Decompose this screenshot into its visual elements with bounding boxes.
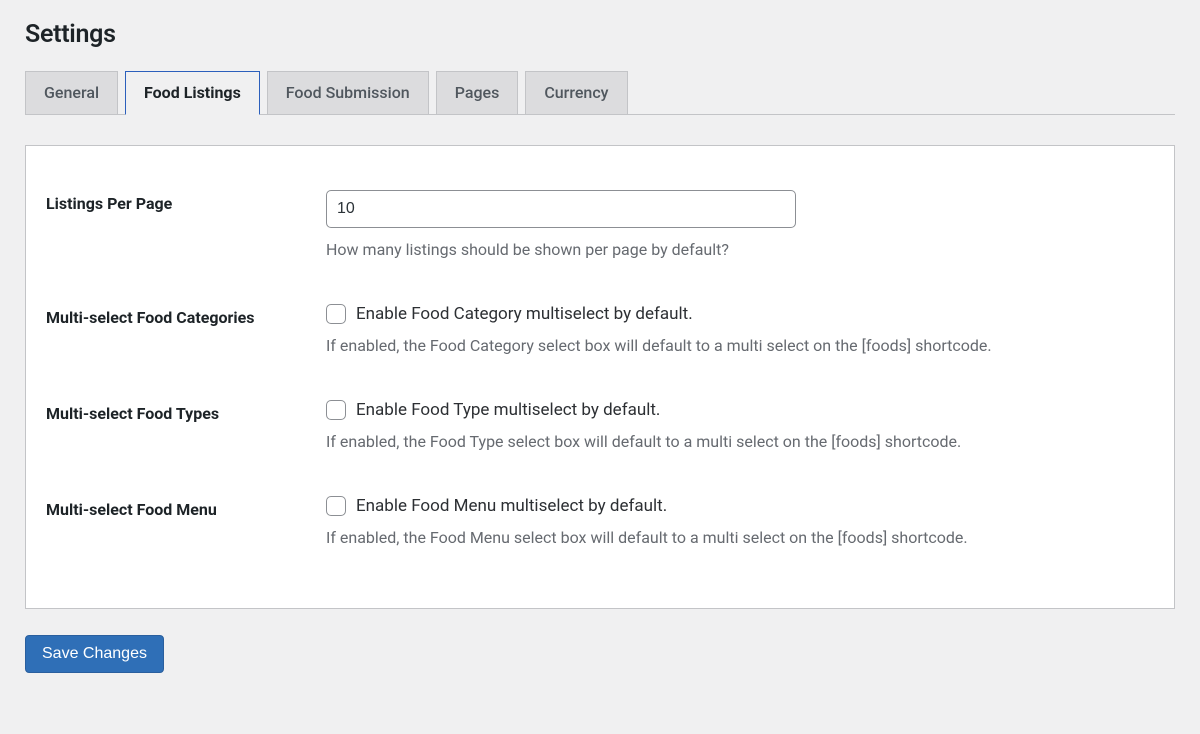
tab-food-listings[interactable]: Food Listings (125, 71, 260, 115)
save-button[interactable]: Save Changes (25, 635, 164, 673)
desc-multi-categories: If enabled, the Food Category select box… (326, 334, 1154, 358)
tab-general[interactable]: General (25, 71, 118, 114)
label-multi-menu: Multi-select Food Menu (36, 482, 326, 578)
label-multi-categories: Multi-select Food Categories (36, 290, 326, 386)
row-multi-menu: Multi-select Food Menu Enable Food Menu … (36, 482, 1164, 578)
checkbox-multi-types[interactable] (326, 400, 346, 420)
desc-multi-types: If enabled, the Food Type select box wil… (326, 430, 1154, 454)
tab-food-submission[interactable]: Food Submission (267, 71, 429, 114)
settings-panel: Listings Per Page How many listings shou… (25, 145, 1175, 609)
row-listings-per-page: Listings Per Page How many listings shou… (36, 176, 1164, 290)
checkbox-multi-categories[interactable] (326, 304, 346, 324)
row-multi-types: Multi-select Food Types Enable Food Type… (36, 386, 1164, 482)
tab-bar: General Food Listings Food Submission Pa… (25, 71, 1175, 115)
tab-pages[interactable]: Pages (436, 71, 519, 114)
input-listings-per-page[interactable] (326, 190, 796, 228)
checkbox-label-multi-menu: Enable Food Menu multiselect by default. (356, 496, 667, 516)
checkbox-multi-menu[interactable] (326, 496, 346, 516)
label-listings-per-page: Listings Per Page (36, 176, 326, 290)
tab-currency[interactable]: Currency (525, 71, 627, 114)
label-multi-types: Multi-select Food Types (36, 386, 326, 482)
row-multi-categories: Multi-select Food Categories Enable Food… (36, 290, 1164, 386)
checkbox-label-multi-categories: Enable Food Category multiselect by defa… (356, 304, 693, 324)
checkbox-label-multi-types: Enable Food Type multiselect by default. (356, 400, 660, 420)
desc-multi-menu: If enabled, the Food Menu select box wil… (326, 526, 1154, 550)
desc-listings-per-page: How many listings should be shown per pa… (326, 238, 1154, 262)
page-title: Settings (25, 20, 1175, 49)
